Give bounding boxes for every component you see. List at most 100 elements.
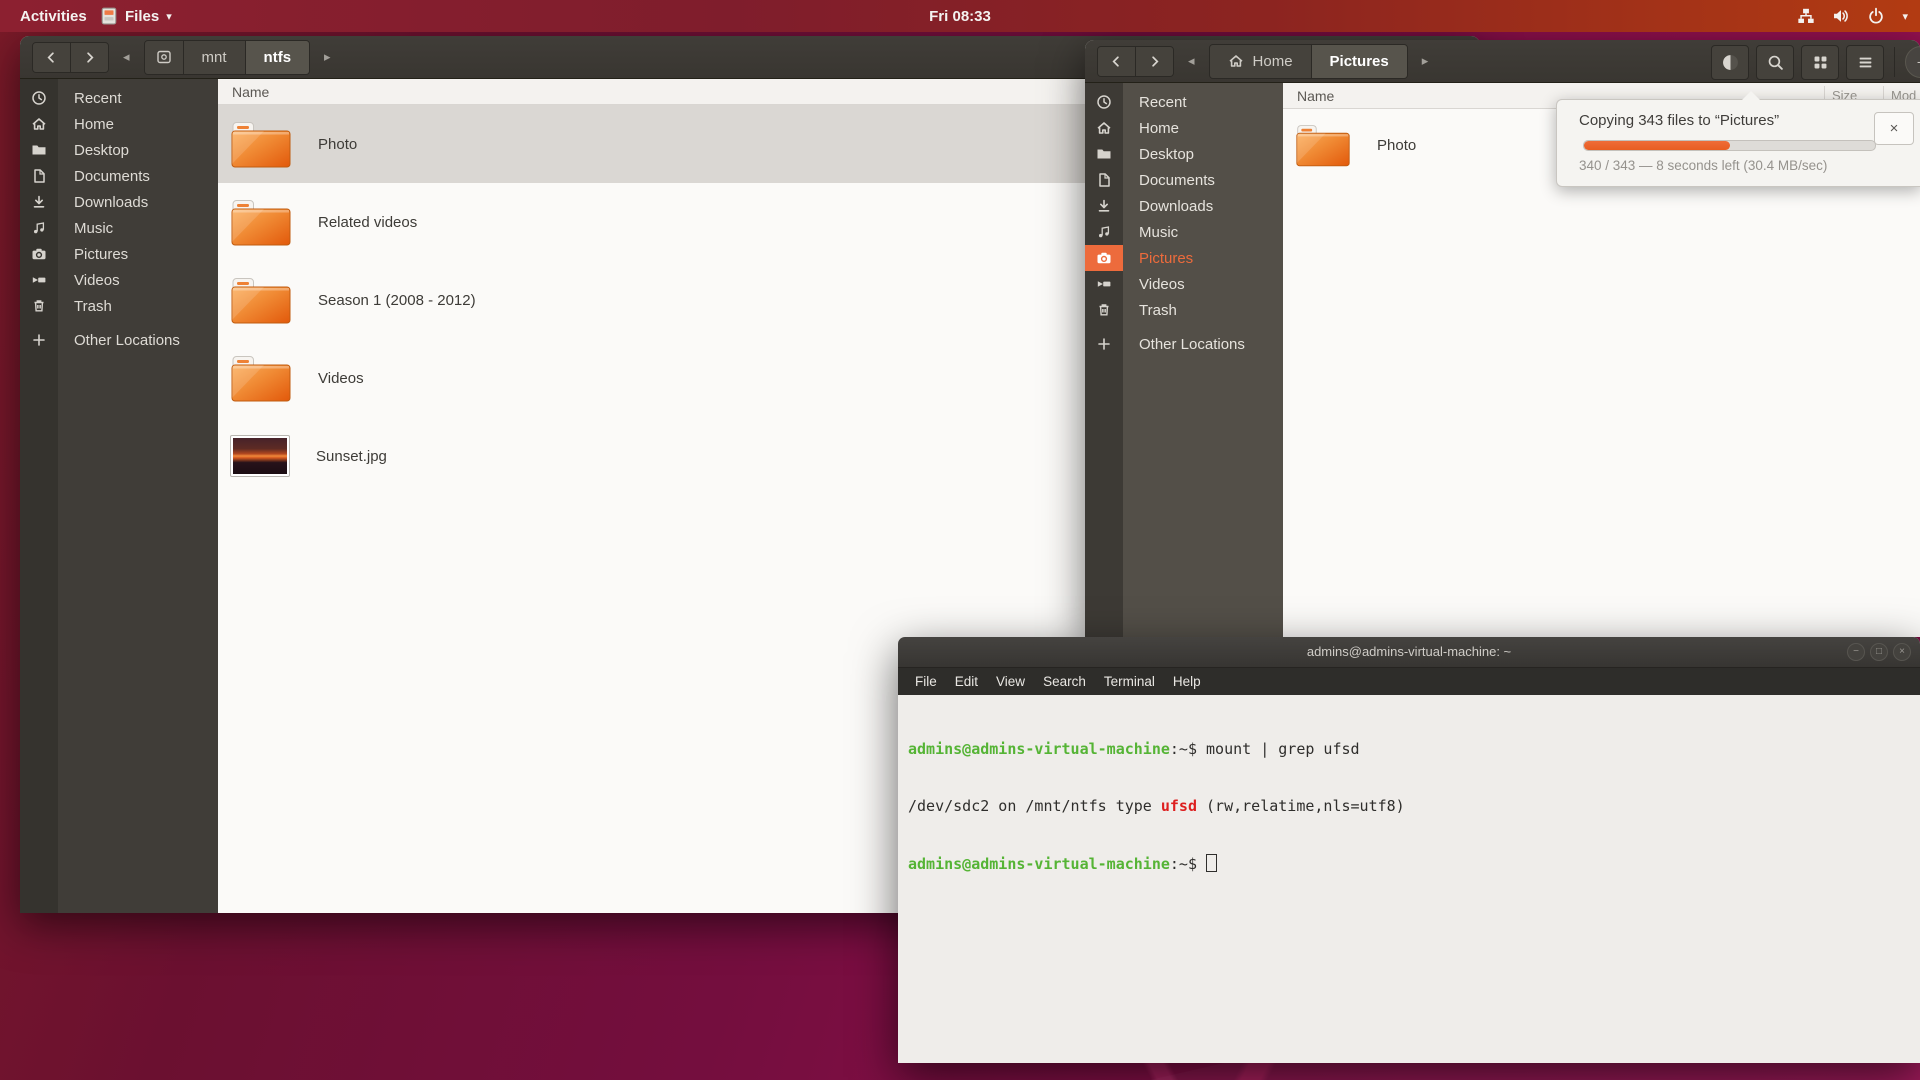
- sidebar-item-pictures[interactable]: Pictures: [1085, 245, 1283, 271]
- breadcrumb-label: Pictures: [1329, 52, 1389, 70]
- terminal-line-2: /dev/sdc2 on /mnt/ntfs type ufsd (rw,rel…: [908, 797, 1910, 816]
- files-headerbar[interactable]: ◂ Home Pictures ▸ −: [1085, 40, 1920, 83]
- terminal-menubar: File Edit View Search Terminal Help: [898, 668, 1920, 695]
- back-button[interactable]: [1098, 46, 1135, 76]
- volume-icon[interactable]: [1832, 7, 1850, 25]
- sidebar-item-other-locations[interactable]: Other Locations: [1085, 331, 1283, 357]
- sidebar-item-desktop[interactable]: Desktop: [20, 137, 218, 163]
- breadcrumb-ntfs[interactable]: ntfs: [244, 40, 310, 74]
- sidebar-item-music[interactable]: Music: [20, 215, 218, 241]
- menu-edit[interactable]: Edit: [946, 671, 987, 692]
- hamburger-icon: [1857, 54, 1874, 71]
- file-name: Sunset.jpg: [316, 447, 387, 465]
- sidebar-item-label: Trash: [1139, 301, 1177, 319]
- menu-terminal[interactable]: Terminal: [1095, 671, 1164, 692]
- clock[interactable]: Fri 08:33: [0, 8, 1920, 25]
- sidebar-item-home[interactable]: Home: [1085, 115, 1283, 141]
- breadcrumb-mnt[interactable]: mnt: [182, 40, 245, 74]
- grid-view-button[interactable]: [1801, 44, 1839, 80]
- breadcrumb-label: mnt: [201, 48, 227, 66]
- maximize-button[interactable]: □: [1870, 643, 1888, 661]
- download-icon: [20, 189, 58, 215]
- sidebar-item-desktop[interactable]: Desktop: [1085, 141, 1283, 167]
- file-name: Photo: [1377, 136, 1417, 154]
- download-icon: [1085, 193, 1123, 219]
- sidebar-item-label: Videos: [74, 271, 120, 289]
- sidebar-item-documents[interactable]: Documents: [20, 163, 218, 189]
- disk-icon: [156, 49, 172, 65]
- sidebar-item-videos[interactable]: Videos: [1085, 271, 1283, 297]
- path-scroll-right-icon[interactable]: ▸: [1416, 53, 1435, 69]
- menu-button[interactable]: [1846, 44, 1884, 80]
- chevron-down-icon[interactable]: ▾: [1902, 10, 1908, 23]
- copy-detail: 340 / 343 — 8 seconds left (30.4 MB/sec): [1579, 158, 1828, 173]
- home-icon: [1085, 115, 1123, 141]
- menu-search[interactable]: Search: [1034, 671, 1095, 692]
- breadcrumb-home[interactable]: Home: [1209, 44, 1311, 78]
- home-icon: [20, 111, 58, 137]
- output-text: /dev/sdc2 on /mnt/ntfs type: [908, 797, 1161, 815]
- network-icon[interactable]: [1797, 7, 1815, 25]
- sidebar-item-downloads[interactable]: Downloads: [1085, 193, 1283, 219]
- minimize-button[interactable]: −: [1905, 46, 1920, 78]
- breadcrumb-label: ntfs: [263, 48, 292, 66]
- minimize-button[interactable]: −: [1847, 643, 1865, 661]
- sidebar-item-pictures[interactable]: Pictures: [20, 241, 218, 267]
- terminal-titlebar[interactable]: admins@admins-virtual-machine: ~ − □ ×: [898, 637, 1920, 668]
- recent-icon: [20, 85, 58, 111]
- sidebar-item-label: Documents: [1139, 171, 1215, 189]
- forward-button[interactable]: [70, 42, 108, 72]
- folder-icon: [1085, 141, 1123, 167]
- sidebar-item-label: Other Locations: [1139, 335, 1245, 353]
- sidebar-item-videos[interactable]: Videos: [20, 267, 218, 293]
- terminal-window: admins@admins-virtual-machine: ~ − □ × F…: [898, 637, 1920, 1063]
- file-name: Season 1 (2008 - 2012): [318, 291, 476, 309]
- breadcrumb-label: Home: [1252, 52, 1293, 70]
- toolbar-separator: [1894, 47, 1895, 77]
- progress-pie-icon: [1722, 54, 1739, 71]
- sidebar-item-label: Pictures: [1139, 249, 1194, 267]
- menu-file[interactable]: File: [906, 671, 946, 692]
- path-scroll-left-icon[interactable]: ◂: [1182, 53, 1201, 69]
- path-scroll-right-icon[interactable]: ▸: [318, 49, 337, 65]
- operations-progress-button[interactable]: [1711, 44, 1749, 80]
- forward-button[interactable]: [1135, 46, 1173, 76]
- power-icon[interactable]: [1867, 7, 1885, 25]
- sidebar-item-trash[interactable]: Trash: [20, 293, 218, 319]
- breadcrumb-pictures[interactable]: Pictures: [1310, 44, 1407, 78]
- file-name: Videos: [318, 369, 364, 387]
- folder-icon: [230, 275, 292, 325]
- search-button[interactable]: [1756, 44, 1794, 80]
- cancel-copy-button[interactable]: ×: [1874, 112, 1914, 145]
- sidebar-item-label: Desktop: [1139, 145, 1195, 163]
- folder-icon: [1295, 122, 1351, 168]
- camera-icon: [20, 241, 58, 267]
- menu-help[interactable]: Help: [1164, 671, 1210, 692]
- terminal-output[interactable]: admins@admins-virtual-machine:~$ mount |…: [898, 695, 1920, 1063]
- breadcrumb-drive[interactable]: [144, 40, 183, 74]
- sidebar-item-home[interactable]: Home: [20, 111, 218, 137]
- path-scroll-left-icon[interactable]: ◂: [117, 49, 136, 65]
- sidebar-item-label: Videos: [1139, 275, 1185, 293]
- sidebar-item-downloads[interactable]: Downloads: [20, 189, 218, 215]
- sidebar-item-other-locations[interactable]: Other Locations: [20, 327, 218, 353]
- places-sidebar: Recent Home Desktop Documents Downloads …: [20, 79, 218, 913]
- sidebar-item-recent[interactable]: Recent: [20, 85, 218, 111]
- shell-prompt: admins@admins-virtual-machine: [908, 740, 1170, 758]
- menu-view[interactable]: View: [987, 671, 1034, 692]
- sidebar-item-recent[interactable]: Recent: [1085, 89, 1283, 115]
- sidebar-item-trash[interactable]: Trash: [1085, 297, 1283, 323]
- music-note-icon: [20, 215, 58, 241]
- close-button[interactable]: ×: [1893, 643, 1911, 661]
- terminal-cursor: [1206, 854, 1217, 872]
- places-sidebar: Recent Home Desktop Documents Downloads …: [1085, 83, 1283, 637]
- grid-view-icon: [1812, 54, 1829, 71]
- sidebar-item-music[interactable]: Music: [1085, 219, 1283, 245]
- back-button[interactable]: [33, 42, 70, 72]
- file-name: Related videos: [318, 213, 418, 231]
- terminal-title: admins@admins-virtual-machine: ~: [1306, 644, 1512, 659]
- sidebar-item-documents[interactable]: Documents: [1085, 167, 1283, 193]
- sidebar-item-label: Documents: [74, 167, 150, 185]
- system-status-area[interactable]: ▾: [1797, 7, 1908, 25]
- sidebar-item-label: Downloads: [1139, 197, 1214, 215]
